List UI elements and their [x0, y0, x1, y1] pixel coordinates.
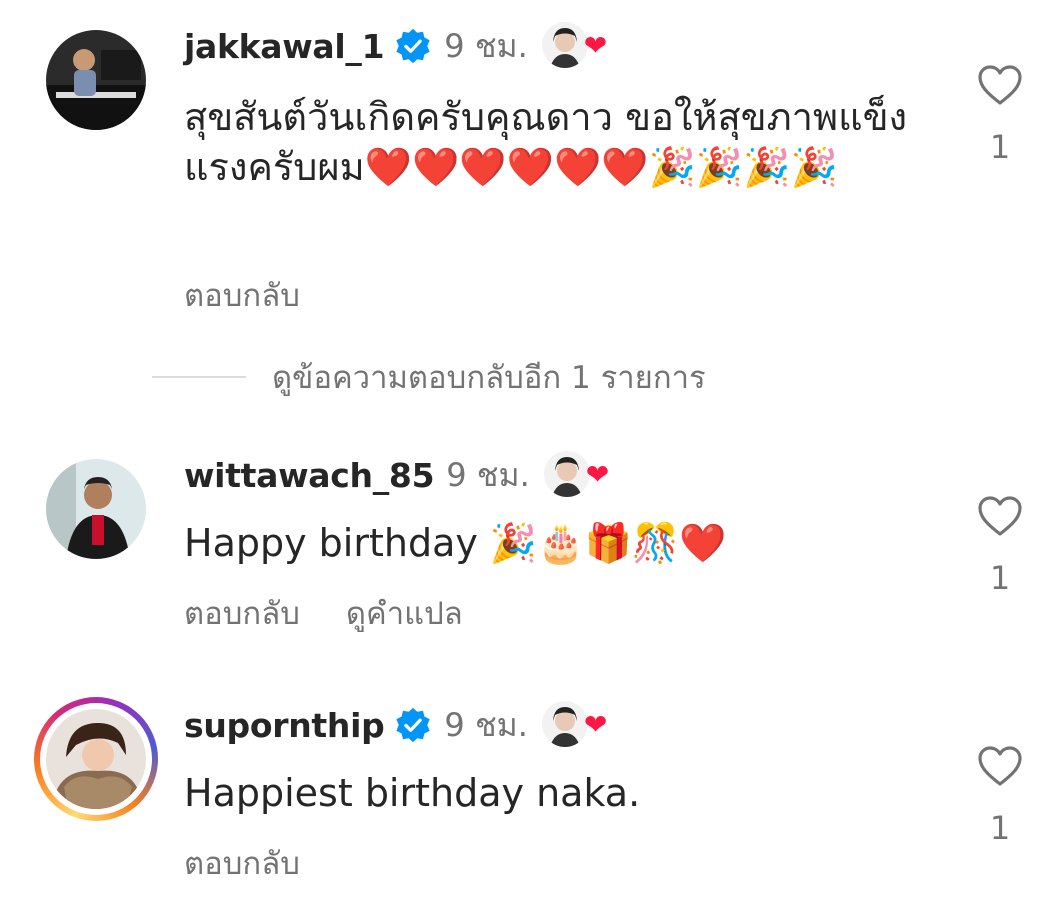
- view-replies-label[interactable]: ดูข้อความตอบกลับอีก 1 รายการ: [272, 352, 706, 402]
- see-translation-button[interactable]: ดูคำแปล: [346, 588, 463, 638]
- like-control[interactable]: 1: [976, 745, 1024, 847]
- divider-line: [152, 376, 246, 378]
- story-ring[interactable]: [34, 697, 158, 821]
- timestamp: 9 ชม.: [446, 455, 530, 494]
- comment-text: Happiest birthday naka.: [184, 771, 641, 815]
- like-count: 1: [989, 809, 1011, 847]
- view-more-replies[interactable]: ดูข้อความตอบกลับอีก 1 รายการ: [152, 352, 706, 402]
- avatar[interactable]: [46, 30, 146, 130]
- comment-header: jakkawal_1 9 ชม. ❤: [184, 22, 612, 68]
- creator-avatar: [541, 22, 588, 68]
- comment-text: สุขสันต์วันเกิดครับคุณดาว ขอให้สุขภาพแข็…: [184, 95, 908, 189]
- verified-badge-icon: [396, 28, 430, 64]
- creator-liked-heart-icon: ❤: [585, 458, 610, 491]
- username[interactable]: supornthip: [184, 706, 385, 745]
- heart-outline-icon[interactable]: [977, 745, 1023, 787]
- creator-avatar: [541, 701, 588, 747]
- comment-header: supornthip 9 ชม. ❤: [184, 701, 612, 747]
- timestamp: 9 ชม.: [444, 26, 528, 65]
- creator-liked-indicator: ❤: [543, 451, 614, 499]
- comment-actions: ตอบกลับ ดูคำแปล: [184, 588, 509, 638]
- creator-liked-indicator: ❤: [541, 22, 612, 70]
- reply-button[interactable]: ตอบกลับ: [184, 838, 300, 888]
- comment-text: Happy birthday 🎉🎂🎁🎊❤️: [184, 521, 727, 565]
- reply-button[interactable]: ตอบกลับ: [184, 588, 300, 638]
- comment-header: wittawach_85 9 ชม. ❤: [184, 451, 614, 497]
- comment-actions: ตอบกลับ: [184, 838, 346, 888]
- like-count: 1: [989, 128, 1011, 166]
- like-control[interactable]: 1: [976, 495, 1024, 597]
- heart-outline-icon[interactable]: [977, 495, 1023, 537]
- comment-actions: ตอบกลับ: [184, 270, 346, 320]
- creator-avatar: [543, 451, 590, 497]
- avatar[interactable]: [46, 459, 146, 559]
- verified-badge-icon: [396, 707, 431, 743]
- creator-liked-heart-icon: ❤: [583, 29, 608, 62]
- reply-button[interactable]: ตอบกลับ: [184, 270, 300, 320]
- like-control[interactable]: 1: [976, 64, 1024, 166]
- heart-outline-icon[interactable]: [977, 64, 1023, 106]
- timestamp: 9 ชม.: [444, 705, 528, 744]
- username[interactable]: wittawach_85: [184, 456, 435, 495]
- creator-liked-heart-icon: ❤: [583, 708, 608, 741]
- creator-liked-indicator: ❤: [541, 701, 612, 749]
- avatar[interactable]: [46, 709, 146, 809]
- like-count: 1: [989, 559, 1011, 597]
- username[interactable]: jakkawal_1: [184, 27, 385, 66]
